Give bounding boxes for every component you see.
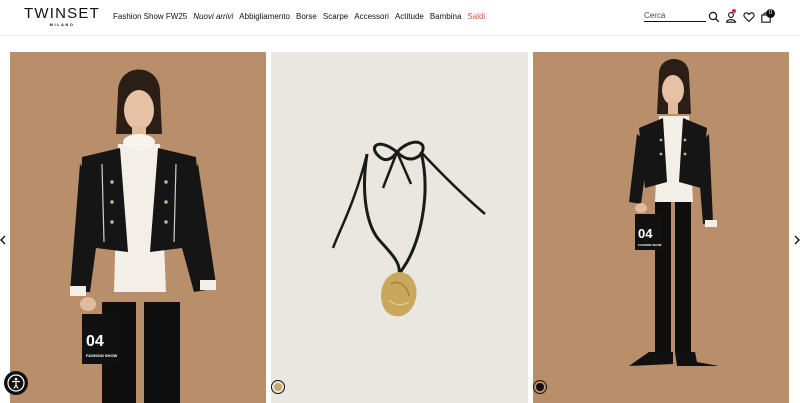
accessibility-icon — [7, 374, 25, 392]
product-carousel: 04 FASHION SHOW 04 FASHION SHOW — [0, 36, 800, 403]
nav-item-bambina[interactable]: Bambina — [430, 11, 462, 23]
color-swatch-gold[interactable] — [271, 380, 285, 394]
heart-icon[interactable] — [743, 10, 755, 23]
chevron-right-icon[interactable] — [793, 232, 800, 248]
chevron-left-icon[interactable] — [0, 232, 8, 248]
swatch-fill — [536, 383, 544, 391]
nav-item-actitude[interactable]: Actitude — [395, 11, 424, 23]
notification-dot — [732, 9, 736, 13]
brand-name: TWINSET — [24, 5, 100, 22]
nav-item-nuovi-arrivi[interactable]: Nuovi arrivi — [193, 11, 233, 23]
nav-item-abbigliamento[interactable]: Abbigliamento — [239, 11, 290, 23]
nav-item-accessori[interactable]: Accessori — [354, 11, 389, 23]
product-image-1[interactable]: 04 FASHION SHOW — [10, 52, 266, 403]
search-input[interactable]: Cerca — [644, 10, 706, 22]
search-icon[interactable] — [708, 10, 720, 23]
nav-item-scarpe[interactable]: Scarpe — [323, 11, 348, 23]
nav-item-fashion-show[interactable]: Fashion Show FW25 — [113, 11, 187, 23]
fashion-show-sign-caption: FASHION SHOW — [638, 243, 662, 247]
brand-logo[interactable]: TWINSET MILANO — [22, 6, 102, 28]
nav-item-borse[interactable]: Borse — [296, 11, 317, 23]
swatch-fill — [274, 383, 282, 391]
color-swatch-black[interactable] — [533, 380, 547, 394]
site-header: TWINSET MILANO Fashion Show FW25 Nuovi a… — [0, 0, 800, 36]
product-image-2[interactable] — [271, 52, 528, 403]
fashion-show-sign-caption: FASHION SHOW — [86, 353, 118, 358]
main-nav: Fashion Show FW25 Nuovi arrivi Abbigliam… — [113, 11, 491, 23]
fashion-show-sign-number: 04 — [86, 333, 104, 350]
nav-item-saldi[interactable]: Saldi — [467, 11, 485, 23]
product-image-3[interactable]: 04 FASHION SHOW — [533, 52, 789, 403]
fashion-show-sign-number: 04 — [638, 226, 653, 241]
accessibility-button[interactable] — [4, 371, 28, 395]
cart-count-badge: 0 — [766, 9, 775, 18]
brand-subtitle: MILANO — [49, 22, 75, 27]
